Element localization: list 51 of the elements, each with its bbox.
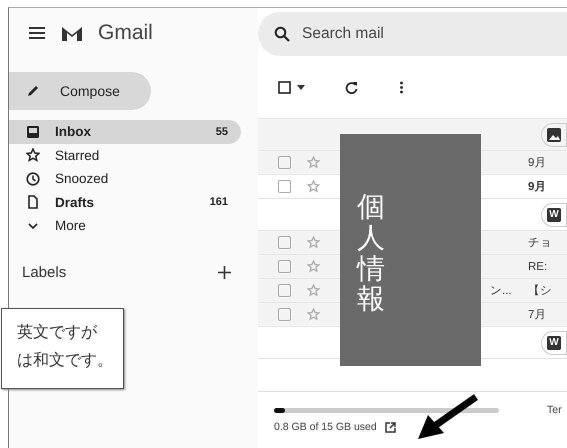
search-icon	[274, 26, 290, 42]
email-subject[interactable]: RE:	[528, 260, 548, 272]
section-heading: Labels	[22, 264, 66, 280]
star-icon	[26, 148, 40, 162]
nav-item[interactable]: Snoozed	[9, 167, 241, 190]
callout-text: 英文ですが	[17, 322, 98, 343]
app-name: Gmail	[98, 21, 153, 45]
menu-icon[interactable]	[28, 26, 46, 40]
email-sender: ン...	[490, 284, 512, 298]
redaction-label: 個人情報	[357, 192, 385, 316]
caret-icon[interactable]	[297, 84, 305, 90]
attachment-chip[interactable]	[541, 122, 567, 146]
plus-icon[interactable]	[218, 266, 231, 278]
row-checkbox[interactable]	[278, 260, 291, 273]
nav-item[interactable]: Inbox 55	[9, 120, 241, 144]
image-icon	[547, 128, 561, 142]
attachment-chip[interactable]: W	[541, 330, 567, 354]
email-subject[interactable]: 7月	[528, 307, 546, 322]
email-subject[interactable]: チョ	[528, 235, 552, 250]
email-subject[interactable]: 【シ	[528, 283, 552, 298]
document-icon	[26, 195, 40, 210]
storage-text: 0.8 GB of 15 GB used	[274, 421, 377, 433]
nav-item[interactable]: More	[9, 214, 241, 238]
footer-link[interactable]: Ter	[547, 404, 562, 448]
star-icon[interactable]	[307, 156, 320, 169]
row-checkbox[interactable]	[278, 236, 291, 249]
row-checkbox[interactable]	[278, 308, 291, 321]
compose-button[interactable]: Compose	[9, 72, 151, 110]
refresh-icon[interactable]	[345, 80, 358, 94]
row-checkbox[interactable]	[278, 180, 291, 193]
star-icon[interactable]	[307, 236, 320, 249]
clock-icon	[26, 172, 40, 186]
nav-item[interactable]: Starred	[9, 144, 241, 167]
more-icon[interactable]	[400, 80, 403, 94]
email-subject[interactable]: 9月	[528, 179, 546, 194]
star-icon[interactable]	[307, 260, 320, 273]
email-subject[interactable]: 9月	[528, 155, 546, 170]
nav-item[interactable]: Drafts 161	[9, 190, 241, 214]
attachment-chip[interactable]: W	[541, 202, 567, 226]
star-icon[interactable]	[307, 180, 320, 193]
callout-text: は和文です。	[17, 350, 114, 371]
star-icon[interactable]	[307, 284, 320, 297]
star-icon[interactable]	[307, 308, 320, 321]
row-checkbox[interactable]	[278, 284, 291, 297]
pencil-icon	[26, 84, 40, 98]
external-link-icon[interactable]	[384, 422, 396, 432]
envelope-logo-icon	[60, 24, 84, 42]
checkbox-icon[interactable]	[278, 80, 291, 94]
search-field[interactable]: Search mail	[258, 12, 567, 56]
inbox-icon	[26, 124, 40, 139]
row-checkbox[interactable]	[278, 156, 291, 169]
